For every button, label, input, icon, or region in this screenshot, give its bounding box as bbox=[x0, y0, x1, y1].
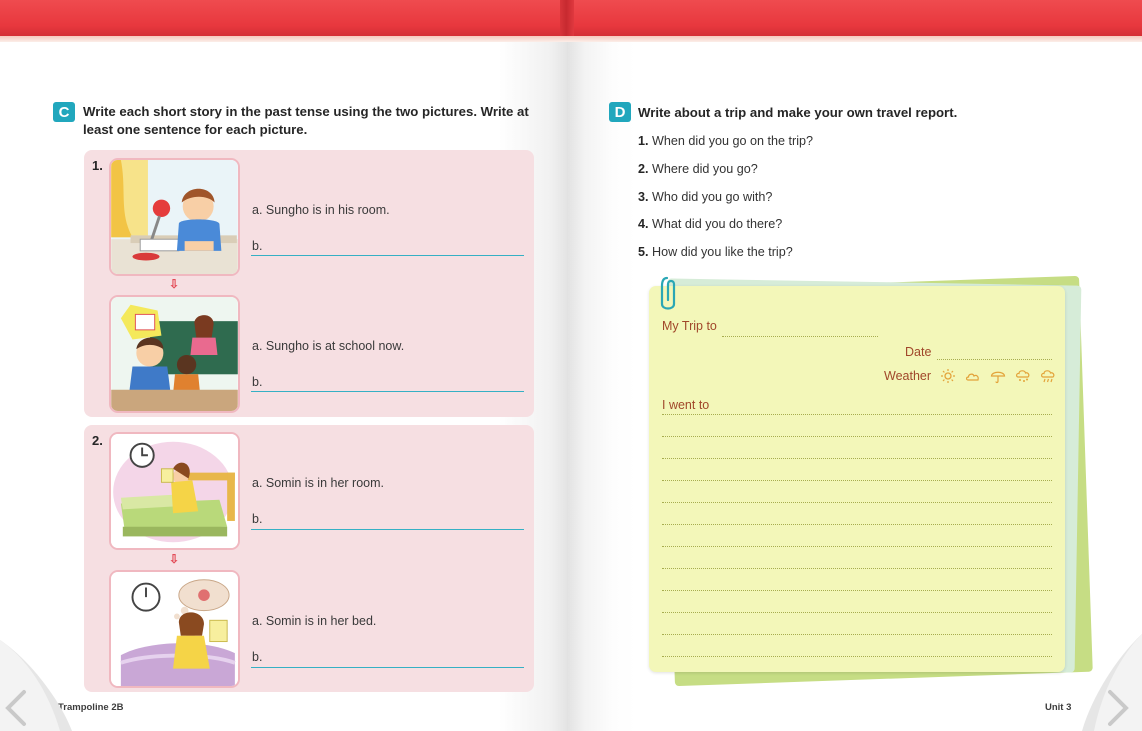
trip-destination-line[interactable] bbox=[722, 336, 878, 337]
question-text: Where did you go? bbox=[652, 162, 758, 176]
arrow-down-icon: ⇩ bbox=[169, 552, 180, 566]
section-d-instruction: Write about a trip and make your own tra… bbox=[638, 105, 958, 120]
writing-line[interactable] bbox=[662, 612, 1052, 613]
my-trip-label: My Trip to bbox=[662, 319, 717, 333]
ex1-pic2-sentence-b-label: b. bbox=[252, 375, 263, 389]
arrow-down-icon: ⇩ bbox=[169, 277, 180, 291]
travel-report-card bbox=[649, 286, 1065, 672]
section-c-instruction: Write each short story in the past tense… bbox=[83, 103, 533, 139]
picture-somin-bed bbox=[109, 570, 240, 688]
writing-line[interactable] bbox=[662, 458, 1052, 459]
question-2: 2. Where did you go? bbox=[638, 162, 758, 176]
ex1-pic2-answer-line[interactable] bbox=[251, 391, 524, 392]
picture-sungho-school bbox=[109, 295, 240, 413]
ex1-pic1-sentence-a: a. Sungho is in his room. bbox=[252, 203, 390, 217]
question-number: 3. bbox=[638, 190, 649, 204]
writing-line[interactable] bbox=[662, 656, 1052, 657]
ex2-pic1-sentence-a: a. Somin is in her room. bbox=[252, 476, 384, 490]
exercise-2-number: 2. bbox=[92, 433, 103, 448]
writing-line[interactable] bbox=[662, 634, 1052, 635]
next-page-icon[interactable] bbox=[1068, 620, 1142, 731]
previous-page-icon[interactable] bbox=[0, 620, 90, 731]
question-4: 4. What did you do there? bbox=[638, 217, 782, 231]
section-c-instruction-line2: least one sentence for each picture. bbox=[83, 122, 308, 137]
date-label: Date bbox=[905, 345, 932, 359]
writing-line[interactable] bbox=[662, 414, 1052, 415]
umbrella-icon[interactable] bbox=[990, 368, 1006, 384]
question-1: 1. When did you go on the trip? bbox=[638, 134, 813, 148]
ex2-pic1-sentence-b-label: b. bbox=[252, 512, 263, 526]
question-number: 2. bbox=[638, 162, 649, 176]
ex2-pic2-answer-line[interactable] bbox=[251, 667, 524, 668]
i-went-to-label: I went to bbox=[662, 398, 710, 412]
writing-line[interactable] bbox=[662, 480, 1052, 481]
question-5: 5. How did you like the trip? bbox=[638, 245, 793, 259]
weather-icons bbox=[940, 368, 1056, 384]
ex2-pic2-sentence-a: a. Somin is in her bed. bbox=[252, 614, 377, 628]
ex1-pic1-sentence-b-label: b. bbox=[252, 239, 263, 253]
snow-icon[interactable] bbox=[1015, 368, 1031, 384]
writing-line[interactable] bbox=[662, 568, 1052, 569]
date-line[interactable] bbox=[937, 359, 1052, 360]
section-c-instruction-line1: Write each short story in the past tense… bbox=[83, 104, 529, 119]
writing-line[interactable] bbox=[662, 502, 1052, 503]
section-c-badge: C bbox=[53, 102, 75, 122]
ex2-pic2-sentence-b-label: b. bbox=[252, 650, 263, 664]
writing-line[interactable] bbox=[662, 436, 1052, 437]
weather-label: Weather bbox=[884, 369, 932, 383]
question-text: Who did you go with? bbox=[652, 190, 773, 204]
question-number: 4. bbox=[638, 217, 649, 231]
writing-line[interactable] bbox=[662, 546, 1052, 547]
question-3: 3. Who did you go with? bbox=[638, 190, 772, 204]
exercise-1-number: 1. bbox=[92, 158, 103, 173]
picture-sungho-room bbox=[109, 158, 240, 276]
question-number: 5. bbox=[638, 245, 649, 259]
question-number: 1. bbox=[638, 134, 649, 148]
ex1-pic2-sentence-a: a. Sungho is at school now. bbox=[252, 339, 405, 353]
section-d-badge: D bbox=[609, 102, 631, 122]
writing-line[interactable] bbox=[662, 524, 1052, 525]
cloud-icon[interactable] bbox=[965, 368, 981, 384]
question-text: When did you go on the trip? bbox=[652, 134, 814, 148]
question-text: What did you do there? bbox=[652, 217, 783, 231]
rain-cloud-icon[interactable] bbox=[1040, 368, 1056, 384]
picture-somin-room bbox=[109, 432, 240, 550]
sun-icon[interactable] bbox=[940, 368, 956, 384]
ex2-pic1-answer-line[interactable] bbox=[251, 529, 524, 530]
ex1-pic1-answer-line[interactable] bbox=[251, 255, 524, 256]
writing-line[interactable] bbox=[662, 590, 1052, 591]
gutter-shadow bbox=[560, 0, 574, 36]
paperclip-icon bbox=[660, 276, 676, 310]
question-text: How did you like the trip? bbox=[652, 245, 793, 259]
